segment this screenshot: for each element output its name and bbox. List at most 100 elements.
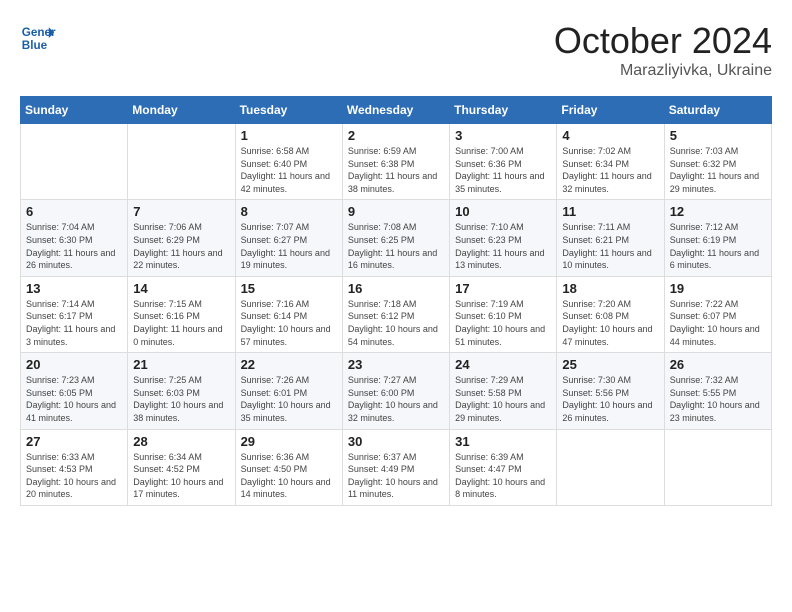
calendar-day-28: 28 Sunrise: 6:34 AMSunset: 4:52 PMDayligh…: [128, 429, 235, 505]
calendar-day-22: 22Sunrise: 7:26 AMSunset: 6:01 PMDayligh…: [235, 353, 342, 429]
day-number: 8: [241, 204, 337, 219]
day-number: 2: [348, 128, 444, 143]
weekday-header-sunday: Sunday: [21, 97, 128, 124]
day-info: Sunrise: 6:36 AMSunset: 4:50 PMDaylight:…: [241, 451, 337, 501]
calendar-day-20: 20 Sunrise: 7:23 AMSunset: 6:05 PMDayligh…: [21, 353, 128, 429]
weekday-header-friday: Friday: [557, 97, 664, 124]
calendar-day-31: 31Sunrise: 6:39 AMSunset: 4:47 PMDayligh…: [450, 429, 557, 505]
calendar-empty-cell: [664, 429, 771, 505]
day-number: 12: [670, 204, 766, 219]
calendar-day-21: 21 Sunrise: 7:25 AMSunset: 6:03 PMDayligh…: [128, 353, 235, 429]
day-info: Sunrise: 7:27 AMSunset: 6:00 PMDaylight:…: [348, 374, 444, 424]
day-number: 25: [562, 357, 658, 372]
calendar-day-9: 9 Sunrise: 7:08 AMSunset: 6:25 PMDaylight…: [342, 200, 449, 276]
calendar-day-26: 26Sunrise: 7:32 AMSunset: 5:55 PMDayligh…: [664, 353, 771, 429]
calendar-day-23: 23 Sunrise: 7:27 AMSunset: 6:00 PMDayligh…: [342, 353, 449, 429]
day-info: Sunrise: 7:29 AMSunset: 5:58 PMDaylight:…: [455, 374, 551, 424]
calendar-day-11: 11Sunrise: 7:11 AMSunset: 6:21 PMDayligh…: [557, 200, 664, 276]
day-number: 14: [133, 281, 229, 296]
day-number: 27: [26, 434, 122, 449]
day-info: Sunrise: 6:59 AMSunset: 6:38 PMDaylight:…: [348, 145, 444, 195]
calendar-day-19: 19 Sunrise: 7:22 AMSunset: 6:07 PMDayligh…: [664, 276, 771, 352]
day-info: Sunrise: 7:16 AMSunset: 6:14 PMDaylight:…: [241, 298, 337, 348]
weekday-header-thursday: Thursday: [450, 97, 557, 124]
day-info: Sunrise: 6:33 AMSunset: 4:53 PMDaylight:…: [26, 451, 122, 501]
calendar-day-17: 17 Sunrise: 7:19 AMSunset: 6:10 PMDayligh…: [450, 276, 557, 352]
weekday-header-tuesday: Tuesday: [235, 97, 342, 124]
title-block: October 2024 Marazliyivka, Ukraine: [554, 20, 772, 80]
day-number: 28: [133, 434, 229, 449]
month-title: October 2024: [554, 20, 772, 62]
logo: General Blue: [20, 20, 56, 56]
day-info: Sunrise: 7:04 AMSunset: 6:30 PMDaylight:…: [26, 221, 122, 271]
weekday-header-monday: Monday: [128, 97, 235, 124]
calendar-week-row: 1 Sunrise: 6:58 AMSunset: 6:40 PMDaylight…: [21, 124, 772, 200]
weekday-header-wednesday: Wednesday: [342, 97, 449, 124]
calendar-day-29: 29Sunrise: 6:36 AMSunset: 4:50 PMDayligh…: [235, 429, 342, 505]
svg-text:Blue: Blue: [22, 39, 48, 52]
day-info: Sunrise: 7:08 AMSunset: 6:25 PMDaylight:…: [348, 221, 444, 271]
day-number: 24: [455, 357, 551, 372]
calendar-day-24: 24 Sunrise: 7:29 AMSunset: 5:58 PMDayligh…: [450, 353, 557, 429]
calendar-day-8: 8 Sunrise: 7:07 AMSunset: 6:27 PMDaylight…: [235, 200, 342, 276]
day-number: 23: [348, 357, 444, 372]
day-info: Sunrise: 7:18 AMSunset: 6:12 PMDaylight:…: [348, 298, 444, 348]
calendar-day-18: 18Sunrise: 7:20 AMSunset: 6:08 PMDayligh…: [557, 276, 664, 352]
day-info: Sunrise: 6:58 AMSunset: 6:40 PMDaylight:…: [241, 145, 337, 195]
day-info: Sunrise: 7:14 AMSunset: 6:17 PMDaylight:…: [26, 298, 122, 348]
calendar-week-row: 27 Sunrise: 6:33 AMSunset: 4:53 PMDayligh…: [21, 429, 772, 505]
day-number: 3: [455, 128, 551, 143]
day-info: Sunrise: 6:34 AMSunset: 4:52 PMDaylight:…: [133, 451, 229, 501]
day-info: Sunrise: 7:25 AMSunset: 6:03 PMDaylight:…: [133, 374, 229, 424]
day-number: 19: [670, 281, 766, 296]
day-number: 7: [133, 204, 229, 219]
calendar-day-15: 15 Sunrise: 7:16 AMSunset: 6:14 PMDayligh…: [235, 276, 342, 352]
day-info: Sunrise: 7:22 AMSunset: 6:07 PMDaylight:…: [670, 298, 766, 348]
calendar-day-16: 16 Sunrise: 7:18 AMSunset: 6:12 PMDayligh…: [342, 276, 449, 352]
calendar-day-3: 3 Sunrise: 7:00 AMSunset: 6:36 PMDaylight…: [450, 124, 557, 200]
day-number: 16: [348, 281, 444, 296]
day-number: 10: [455, 204, 551, 219]
day-number: 21: [133, 357, 229, 372]
day-number: 11: [562, 204, 658, 219]
day-number: 30: [348, 434, 444, 449]
calendar-week-row: 6 Sunrise: 7:04 AMSunset: 6:30 PMDaylight…: [21, 200, 772, 276]
day-info: Sunrise: 7:15 AMSunset: 6:16 PMDaylight:…: [133, 298, 229, 348]
day-number: 17: [455, 281, 551, 296]
calendar-day-25: 25Sunrise: 7:30 AMSunset: 5:56 PMDayligh…: [557, 353, 664, 429]
calendar-day-1: 1 Sunrise: 6:58 AMSunset: 6:40 PMDaylight…: [235, 124, 342, 200]
day-info: Sunrise: 7:23 AMSunset: 6:05 PMDaylight:…: [26, 374, 122, 424]
day-number: 15: [241, 281, 337, 296]
calendar-day-13: 13 Sunrise: 7:14 AMSunset: 6:17 PMDayligh…: [21, 276, 128, 352]
calendar-day-6: 6 Sunrise: 7:04 AMSunset: 6:30 PMDaylight…: [21, 200, 128, 276]
calendar-day-4: 4Sunrise: 7:02 AMSunset: 6:34 PMDaylight…: [557, 124, 664, 200]
calendar-week-row: 13 Sunrise: 7:14 AMSunset: 6:17 PMDayligh…: [21, 276, 772, 352]
calendar-week-row: 20 Sunrise: 7:23 AMSunset: 6:05 PMDayligh…: [21, 353, 772, 429]
calendar-empty-cell: [128, 124, 235, 200]
day-info: Sunrise: 7:00 AMSunset: 6:36 PMDaylight:…: [455, 145, 551, 195]
logo-icon: General Blue: [20, 20, 56, 56]
day-info: Sunrise: 7:10 AMSunset: 6:23 PMDaylight:…: [455, 221, 551, 271]
day-number: 22: [241, 357, 337, 372]
weekday-header-row: SundayMondayTuesdayWednesdayThursdayFrid…: [21, 97, 772, 124]
day-info: Sunrise: 7:19 AMSunset: 6:10 PMDaylight:…: [455, 298, 551, 348]
day-info: Sunrise: 7:02 AMSunset: 6:34 PMDaylight:…: [562, 145, 658, 195]
calendar-day-30: 30Sunrise: 6:37 AMSunset: 4:49 PMDayligh…: [342, 429, 449, 505]
calendar-day-10: 10 Sunrise: 7:10 AMSunset: 6:23 PMDayligh…: [450, 200, 557, 276]
calendar-day-12: 12Sunrise: 7:12 AMSunset: 6:19 PMDayligh…: [664, 200, 771, 276]
day-info: Sunrise: 7:03 AMSunset: 6:32 PMDaylight:…: [670, 145, 766, 195]
day-number: 1: [241, 128, 337, 143]
day-info: Sunrise: 7:32 AMSunset: 5:55 PMDaylight:…: [670, 374, 766, 424]
day-number: 20: [26, 357, 122, 372]
day-number: 9: [348, 204, 444, 219]
calendar-day-7: 7Sunrise: 7:06 AMSunset: 6:29 PMDaylight…: [128, 200, 235, 276]
day-number: 13: [26, 281, 122, 296]
calendar-day-14: 14 Sunrise: 7:15 AMSunset: 6:16 PMDayligh…: [128, 276, 235, 352]
weekday-header-saturday: Saturday: [664, 97, 771, 124]
day-number: 18: [562, 281, 658, 296]
day-number: 6: [26, 204, 122, 219]
calendar-table: SundayMondayTuesdayWednesdayThursdayFrid…: [20, 96, 772, 506]
calendar-day-5: 5Sunrise: 7:03 AMSunset: 6:32 PMDaylight…: [664, 124, 771, 200]
calendar-day-27: 27 Sunrise: 6:33 AMSunset: 4:53 PMDayligh…: [21, 429, 128, 505]
day-info: Sunrise: 7:07 AMSunset: 6:27 PMDaylight:…: [241, 221, 337, 271]
